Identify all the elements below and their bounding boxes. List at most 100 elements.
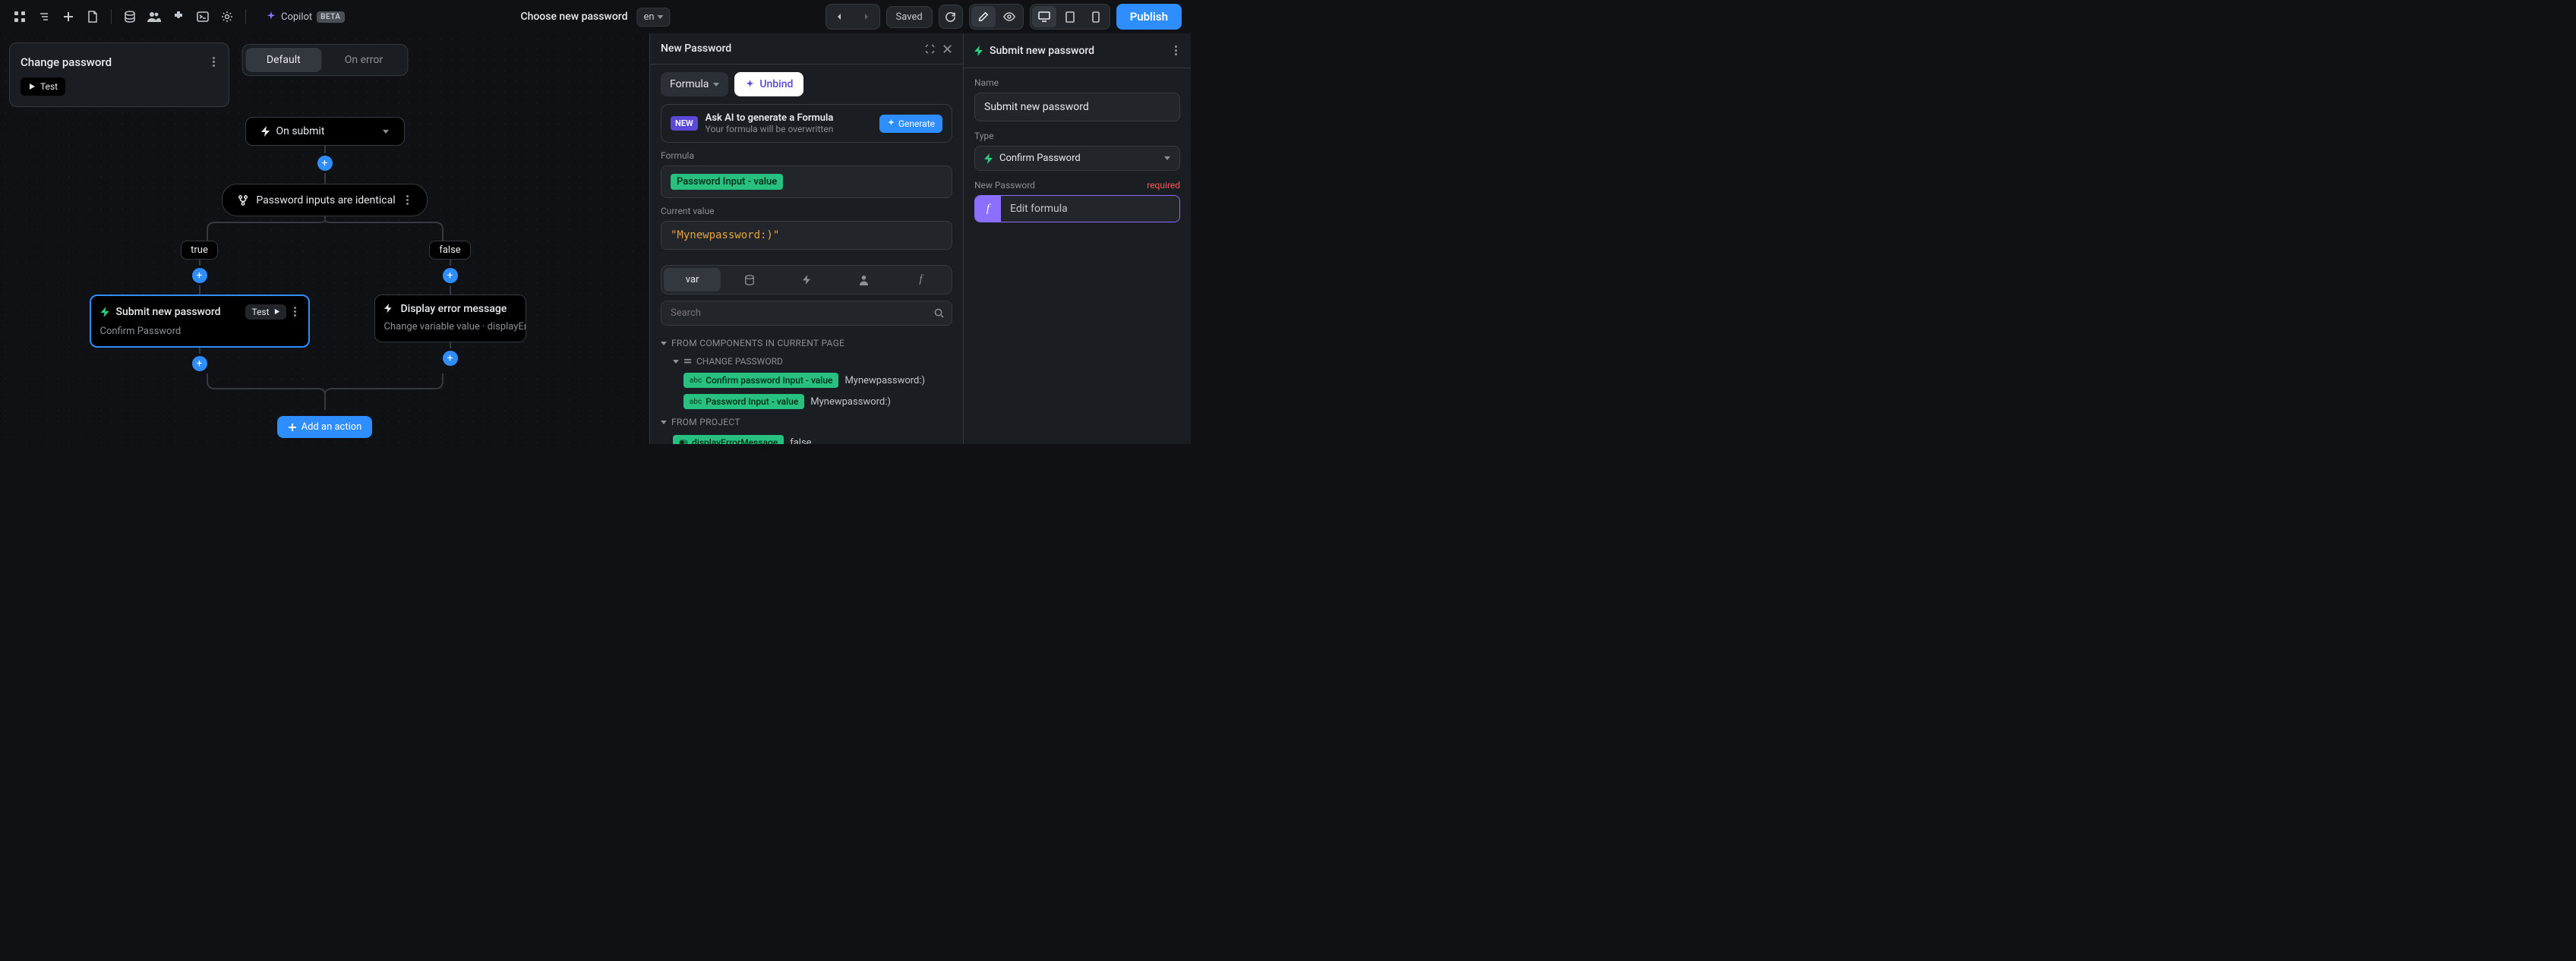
add-step-false-button[interactable]: + [443, 268, 458, 283]
copilot-button[interactable]: Copilot BETA [260, 8, 351, 26]
workflow-name: Change password [21, 55, 112, 69]
tab-default[interactable]: Default [245, 48, 322, 72]
formula-input[interactable]: Password Input - value [661, 165, 952, 198]
search-icon [934, 308, 944, 318]
branch-true: true + Submit new password Test [82, 241, 317, 373]
add-step-false-2-button[interactable]: + [443, 351, 458, 366]
workflow-menu-button[interactable] [210, 54, 218, 70]
type-select[interactable]: Confirm Password [974, 146, 1180, 171]
toggle-icon [679, 440, 688, 444]
topbar-right: Saved Publish [826, 4, 1182, 30]
tab-on-error[interactable]: On error [324, 48, 404, 72]
type-label: Type [964, 121, 1191, 146]
workspace: Change password Test Default On error On… [0, 33, 1191, 444]
test-workflow-button[interactable]: Test [21, 77, 65, 96]
search-box[interactable] [661, 301, 952, 326]
tab-data[interactable] [721, 268, 778, 291]
add-icon[interactable] [58, 6, 79, 27]
sidebar-menu-button[interactable] [1172, 43, 1180, 58]
tree-section-page[interactable]: FROM COMPONENTS IN CURRENT PAGE [661, 333, 952, 353]
mobile-button[interactable] [1084, 6, 1108, 27]
workflow-canvas[interactable]: Change password Test Default On error On… [0, 33, 649, 444]
action-menu-button[interactable] [291, 304, 299, 320]
bolt-icon [384, 304, 395, 314]
tree-group-change-password[interactable]: CHANGE PASSWORD [661, 353, 952, 370]
test-action-button[interactable]: Test [245, 304, 286, 320]
formula-field[interactable]: f Edit formula [974, 195, 1180, 222]
undo-button[interactable] [828, 6, 852, 27]
apps-icon[interactable] [9, 6, 30, 27]
data-icon[interactable] [119, 6, 140, 27]
workflow-tabs: Default On error [242, 44, 408, 76]
add-action-button[interactable]: Add an action [277, 416, 373, 438]
flow-graph: On submit + Password inputs are identica… [0, 117, 649, 438]
search-input[interactable] [669, 307, 934, 320]
page-icon[interactable] [82, 6, 103, 27]
container-icon [683, 358, 692, 366]
tab-function[interactable]: f [892, 268, 949, 291]
condition-menu-button[interactable] [403, 192, 412, 208]
plugin-icon[interactable] [168, 6, 189, 27]
add-step-button[interactable]: + [317, 156, 333, 171]
action-display-error[interactable]: Display error message Change variable va… [374, 295, 526, 342]
users-icon[interactable] [144, 6, 165, 27]
tree-leaf-password[interactable]: abcPassword Input - value Mynewpassword:… [661, 391, 952, 412]
tree-leaf-confirm-password[interactable]: abcConfirm password Input - value Mynewp… [661, 370, 952, 391]
variable-tree: FROM COMPONENTS IN CURRENT PAGE CHANGE P… [650, 330, 963, 444]
preview-mode-button[interactable] [997, 6, 1021, 27]
formula-placeholder: Edit formula [1001, 196, 1179, 222]
condition-node[interactable]: Password inputs are identical [222, 184, 427, 216]
formula-icon: f [975, 196, 1001, 222]
add-step-true-2-button[interactable]: + [192, 356, 207, 371]
tab-action[interactable] [778, 268, 835, 291]
settings-icon[interactable] [216, 6, 238, 27]
tree-section-project[interactable]: FROM PROJECT [661, 412, 952, 432]
expand-icon[interactable] [925, 44, 935, 54]
generate-button[interactable]: Generate [879, 115, 942, 133]
bolt-icon [984, 153, 993, 164]
tree-leaf-display-error[interactable]: displayErrorMessage false [661, 432, 952, 444]
action-submit-password[interactable]: Submit new password Test Confirm Passwor… [90, 295, 310, 348]
branch-false: false + Display error message Change var… [333, 241, 568, 368]
name-label: Name [964, 68, 1191, 93]
publish-button[interactable]: Publish [1116, 4, 1182, 30]
tab-var[interactable]: var [664, 268, 721, 291]
language-select[interactable]: en [636, 8, 670, 27]
terminal-icon[interactable] [192, 6, 213, 27]
language-value: en [643, 11, 654, 23]
branches: true + Submit new password Test [82, 241, 568, 373]
tablet-button[interactable] [1058, 6, 1082, 27]
name-input[interactable]: Submit new password [974, 93, 1180, 121]
branch-true-label: true [181, 241, 218, 260]
trigger-node[interactable]: On submit [245, 117, 405, 146]
required-label: required [1147, 180, 1180, 191]
binding-mode-select[interactable]: Formula [661, 72, 728, 96]
formula-panel-title: New Password [661, 43, 731, 55]
properties-sidebar: Submit new password Name Submit new pass… [963, 33, 1191, 444]
refresh-button[interactable] [939, 5, 963, 29]
field-label: New Password [974, 180, 1035, 191]
formula-chip: Password Input - value [671, 174, 783, 190]
add-step-true-button[interactable]: + [192, 268, 207, 283]
page-title: Choose new password [520, 11, 627, 23]
beta-badge: BETA [317, 11, 344, 23]
chevron-down-icon [1164, 156, 1170, 160]
formula-label: Formula [650, 143, 963, 165]
ai-title: Ask AI to generate a Formula [706, 112, 872, 124]
bolt-icon [974, 46, 983, 56]
mode-group [969, 4, 1024, 30]
chevron-down-icon [658, 15, 664, 19]
desktop-button[interactable] [1032, 6, 1056, 27]
current-value-label: Current value [650, 198, 963, 221]
close-icon[interactable] [942, 44, 952, 54]
redo-button[interactable] [854, 6, 878, 27]
sidebar-title: Submit new password [990, 45, 1094, 57]
tab-user[interactable] [835, 268, 892, 291]
edit-mode-button[interactable] [971, 6, 996, 27]
tree-icon[interactable] [33, 6, 55, 27]
unbind-button[interactable]: Unbind [734, 72, 803, 96]
history-nav [826, 4, 880, 30]
current-value: "Mynewpassword:)" [671, 229, 779, 241]
formula-panel: New Password Formula Unbind NEW [649, 33, 963, 444]
branch-false-label: false [429, 241, 470, 260]
